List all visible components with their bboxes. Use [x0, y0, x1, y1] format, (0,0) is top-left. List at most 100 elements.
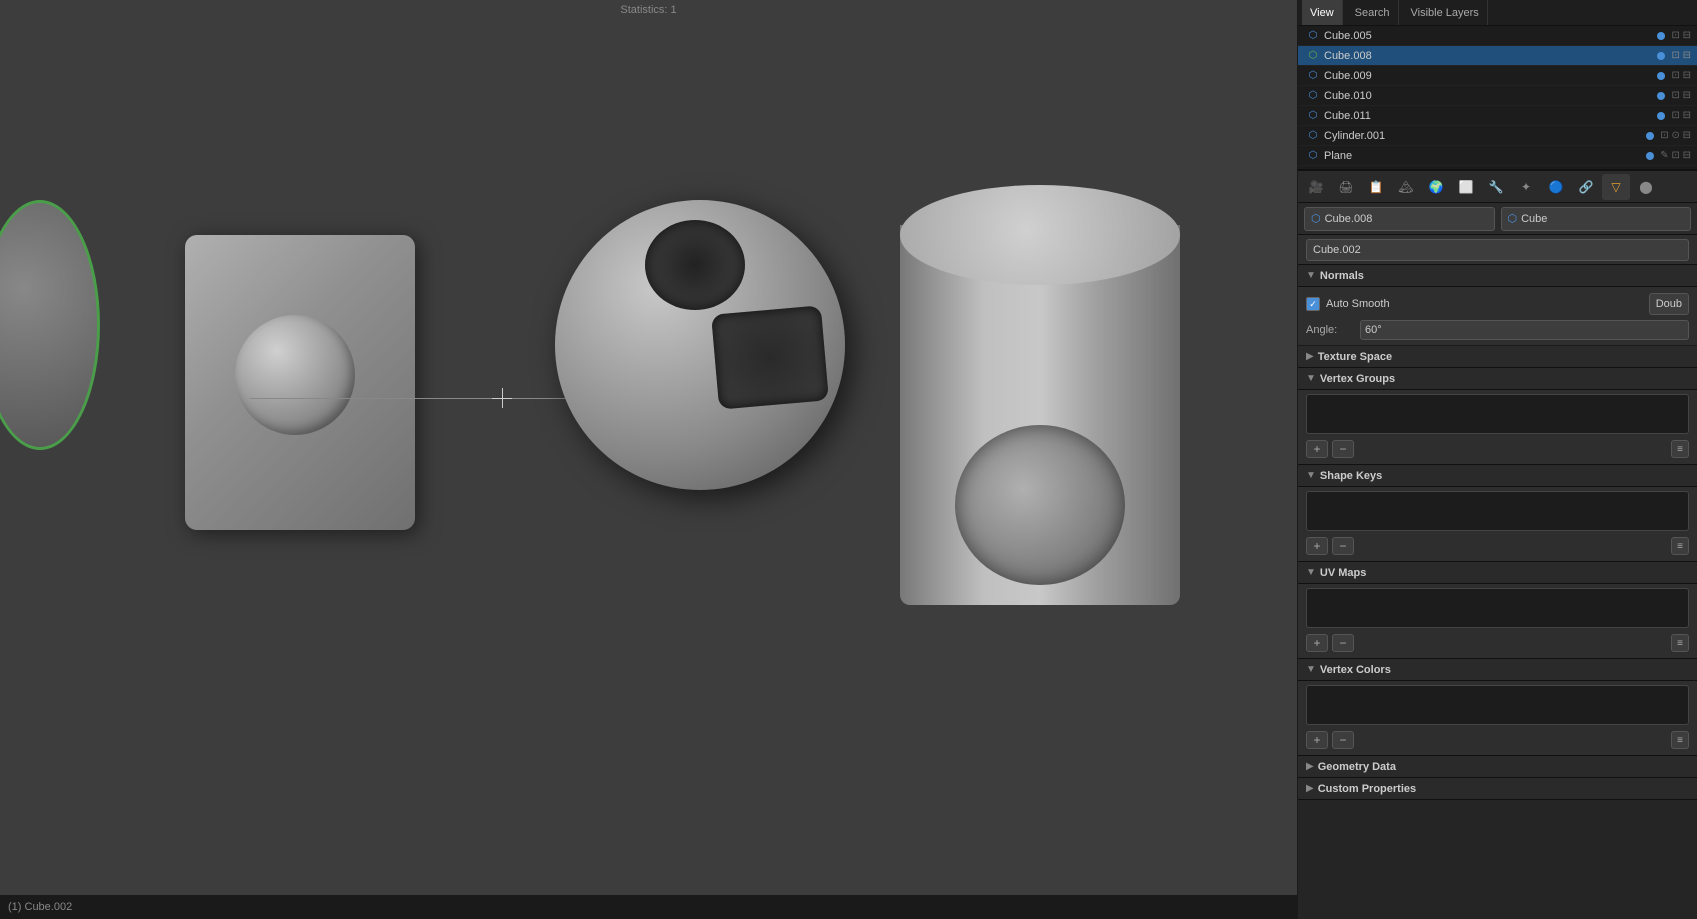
mesh-name-input[interactable] [1306, 239, 1689, 261]
cube009-icons: ⊡ ⊟ [1657, 70, 1697, 81]
vertex-groups-content: + − ≡ [1298, 390, 1697, 465]
cube011-icons: ⊡ ⊟ [1657, 110, 1697, 121]
uv-maps-controls: + − ≡ [1306, 632, 1689, 654]
shape-keys-controls: + − ≡ [1306, 535, 1689, 557]
vertex-groups-list [1306, 394, 1689, 434]
outliner-item-cube009[interactable]: ⬡ Cube.009 ⊡ ⊟ [1298, 66, 1697, 86]
world-icon[interactable]: 🌍 [1422, 174, 1450, 200]
uv-maps-remove-btn[interactable]: − [1332, 634, 1354, 652]
object-selector-btn-2[interactable]: ⬡ Cube [1501, 207, 1692, 231]
cube010-icons: ⊡ ⊟ [1657, 90, 1697, 101]
ball-hole-top [645, 220, 745, 310]
shape-keys-menu-btn[interactable]: ≡ [1671, 537, 1689, 555]
object-name-1: Cube.008 [1325, 213, 1373, 225]
vertex-colors-remove-btn[interactable]: − [1332, 731, 1354, 749]
angle-row: Angle: [1306, 317, 1689, 341]
right-panel: View Search Visible Layers ⬡ Cube.005 ⊡ … [1297, 0, 1697, 919]
particles-icon[interactable]: ✦ [1512, 174, 1540, 200]
cube005-extra: ⊡ ⊟ [1671, 30, 1691, 41]
output-properties-icon[interactable]: 🖨 [1332, 174, 1360, 200]
ball-hole-right [711, 305, 829, 409]
outliner-item-cube010[interactable]: ⬡ Cube.010 ⊡ ⊟ [1298, 86, 1697, 106]
vertex-groups-arrow: ▼ [1306, 373, 1316, 384]
cube010-vis-dot [1657, 92, 1665, 100]
texture-space-label: Texture Space [1318, 351, 1392, 363]
outliner-item-cube008[interactable]: ⬡ Cube.008 ⊡ ⊟ [1298, 46, 1697, 66]
shape-keys-label: Shape Keys [1320, 470, 1382, 482]
outliner-tab-search[interactable]: Search [1347, 0, 1399, 25]
constraints-icon[interactable]: 🔗 [1572, 174, 1600, 200]
outliner-item-cube005[interactable]: ⬡ Cube.005 ⊡ ⊟ [1298, 26, 1697, 46]
angle-input[interactable] [1360, 320, 1689, 340]
object-properties-icon[interactable]: ⬜ [1452, 174, 1480, 200]
cube008-icon: ⬡ [1306, 49, 1320, 63]
data-properties-icon[interactable]: ▽ [1602, 174, 1630, 200]
cylinder001-vis-dot [1646, 132, 1654, 140]
vertex-colors-add-btn[interactable]: + [1306, 731, 1328, 749]
outliner-tab-visible[interactable]: Visible Layers [1403, 0, 1488, 25]
cube009-extra: ⊡ ⊟ [1671, 70, 1691, 81]
cube009-name: Cube.009 [1324, 70, 1653, 82]
uv-maps-header[interactable]: ▼ UV Maps [1298, 562, 1697, 584]
3d-cursor [492, 388, 512, 408]
vertex-colors-menu-btn[interactable]: ≡ [1671, 731, 1689, 749]
shape-keys-header[interactable]: ▼ Shape Keys [1298, 465, 1697, 487]
outliner-item-plane[interactable]: ⬡ Plane ✎ ⊡ ⊟ [1298, 146, 1697, 166]
geometry-data-label: Geometry Data [1318, 761, 1396, 773]
normals-section-header[interactable]: ▼ Normals [1298, 265, 1697, 287]
shape-keys-arrow: ▼ [1306, 470, 1316, 481]
vertex-groups-header[interactable]: ▼ Vertex Groups [1298, 368, 1697, 390]
object-selector-btn-1[interactable]: ⬡ Cube.008 [1304, 207, 1495, 231]
physics-icon[interactable]: 🔵 [1542, 174, 1570, 200]
auto-smooth-label: Auto Smooth [1326, 298, 1390, 310]
outliner-item-cylinder001[interactable]: ⬡ Cylinder.001 ⊡ ⊙ ⊟ [1298, 126, 1697, 146]
vertex-colors-controls: + − ≡ [1306, 729, 1689, 751]
uv-maps-menu-btn[interactable]: ≡ [1671, 634, 1689, 652]
shape-keys-add-btn[interactable]: + [1306, 537, 1328, 555]
uv-maps-add-btn[interactable]: + [1306, 634, 1328, 652]
modifier-icon[interactable]: 🔧 [1482, 174, 1510, 200]
material-icon[interactable]: ⬤ [1632, 174, 1660, 200]
geometry-data-header[interactable]: ▶ Geometry Data [1298, 756, 1697, 778]
cube010-icon: ⬡ [1306, 89, 1320, 103]
status-bar: (1) Cube.002 [0, 895, 1297, 919]
cube011-name: Cube.011 [1324, 110, 1653, 122]
render-properties-icon[interactable]: 🎥 [1302, 174, 1330, 200]
cube008-vis-dot [1657, 52, 1665, 60]
auto-smooth-checkbox[interactable]: ✓ [1306, 297, 1320, 311]
sphere-left-object [0, 200, 100, 450]
plane-extra: ✎ ⊡ ⊟ [1660, 150, 1691, 161]
shape-keys-remove-btn[interactable]: − [1332, 537, 1354, 555]
vertex-groups-controls: + − ≡ [1306, 438, 1689, 460]
cube011-extra: ⊡ ⊟ [1671, 110, 1691, 121]
plane-vis-dot [1646, 152, 1654, 160]
outliner[interactable]: ⬡ Cube.005 ⊡ ⊟ ⬡ Cube.008 ⊡ ⊟ ⬡ Cube.009… [1298, 26, 1697, 171]
custom-properties-label: Custom Properties [1318, 783, 1416, 795]
ball-object [555, 200, 845, 490]
texture-space-header[interactable]: ▶ Texture Space [1298, 346, 1697, 368]
outliner-item-cube011[interactable]: ⬡ Cube.011 ⊡ ⊟ [1298, 106, 1697, 126]
cylinder001-extra: ⊡ ⊙ ⊟ [1660, 130, 1691, 141]
vertex-groups-remove-btn[interactable]: − [1332, 440, 1354, 458]
cube005-icons: ⊡ ⊟ [1657, 30, 1697, 41]
vertex-groups-add-btn[interactable]: + [1306, 440, 1328, 458]
shape-keys-list [1306, 491, 1689, 531]
cube011-icon: ⬡ [1306, 109, 1320, 123]
custom-properties-header[interactable]: ▶ Custom Properties [1298, 778, 1697, 800]
cylinder-hole [955, 425, 1125, 585]
cube008-icons: ⊡ ⊟ [1657, 50, 1697, 61]
uv-maps-arrow: ▼ [1306, 567, 1316, 578]
double-sided-btn[interactable]: Doub [1649, 293, 1689, 315]
vertex-groups-label: Vertex Groups [1320, 373, 1395, 385]
vertex-colors-header[interactable]: ▼ Vertex Colors [1298, 659, 1697, 681]
viewport-3d[interactable]: Statistics: 1 (1) Cube.002 [0, 0, 1297, 919]
plane-name: Plane [1324, 150, 1642, 162]
view-layer-icon[interactable]: 📋 [1362, 174, 1390, 200]
cube010-name: Cube.010 [1324, 90, 1653, 102]
cylinder001-icon: ⬡ [1306, 129, 1320, 143]
mesh-icon-1: ⬡ [1311, 212, 1321, 225]
mesh-name-row [1298, 235, 1697, 265]
vertex-groups-menu-btn[interactable]: ≡ [1671, 440, 1689, 458]
outliner-tab-view[interactable]: View [1302, 0, 1343, 25]
scene-icon[interactable]: 🏔 [1392, 174, 1420, 200]
